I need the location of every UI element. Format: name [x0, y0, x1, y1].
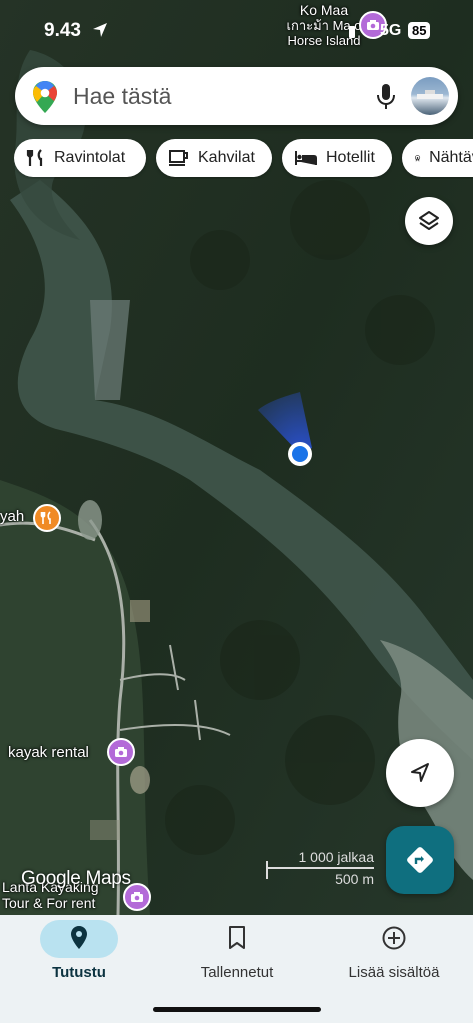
- place-label-kayak-rental[interactable]: kayak rental: [8, 745, 89, 761]
- poi-kayak-rental-marker[interactable]: [107, 738, 135, 766]
- tab-label: Tallennetut: [200, 964, 274, 981]
- layers-icon: [419, 211, 439, 230]
- tab-contribute[interactable]: Lisää sisältöä: [315, 915, 473, 995]
- tab-explore[interactable]: Tutustu: [0, 915, 158, 995]
- add-circle-icon: [382, 926, 406, 950]
- camera-icon: [131, 892, 143, 902]
- poi-restaurant-marker[interactable]: [33, 504, 61, 532]
- coffee-cup-icon: [169, 150, 188, 166]
- place-label-line: Ko Maa: [299, 2, 349, 18]
- place-label-restaurant[interactable]: yah: [0, 509, 24, 525]
- search-placeholder[interactable]: Hae tästä: [73, 83, 171, 110]
- navigation-arrow-icon: [411, 763, 429, 782]
- chip-attractions[interactable]: Nähtävyydet: [402, 139, 473, 177]
- avatar[interactable]: [411, 77, 449, 115]
- avatar-boat-image: [417, 90, 443, 99]
- chip-label: Hotellit: [326, 149, 375, 166]
- clock: 9.43: [44, 20, 81, 41]
- bookmark-icon: [229, 926, 245, 949]
- fork-knife-icon: [26, 149, 43, 166]
- ferris-wheel-icon: [414, 155, 421, 162]
- scale-feet-label: 1 000 jalkaa: [298, 849, 374, 865]
- directions-button[interactable]: [386, 826, 454, 894]
- location-pin-icon: [71, 926, 87, 949]
- camera-icon: [115, 747, 127, 757]
- signal-icon: [349, 26, 355, 38]
- scale-tick: [266, 861, 268, 879]
- home-indicator: [153, 1007, 321, 1012]
- scale-line: [266, 867, 374, 869]
- status-bar: 9.43 5G 85: [0, 18, 473, 48]
- chip-restaurants[interactable]: Ravintolat: [14, 139, 146, 177]
- scale-meter-label: 500 m: [335, 871, 374, 887]
- fork-knife-icon: [40, 511, 51, 524]
- microphone-icon[interactable]: [373, 82, 399, 112]
- location-arrow-icon: [93, 23, 107, 37]
- category-chips: Ravintolat Kahvilat Hotellit Nähtävyydet: [14, 139, 473, 179]
- bed-icon: [295, 151, 317, 165]
- google-maps-pin-icon: [33, 81, 57, 113]
- chip-hotels[interactable]: Hotellit: [282, 139, 392, 177]
- network-type: 5G: [380, 22, 402, 39]
- chip-label: Nähtävyydet: [429, 149, 473, 166]
- google-maps-logo: Google Maps: [21, 868, 131, 889]
- chip-label: Ravintolat: [54, 149, 126, 166]
- chip-cafes[interactable]: Kahvilat: [156, 139, 272, 177]
- battery-level: 85: [408, 22, 431, 39]
- place-label-line: Tour & For rent: [2, 895, 96, 911]
- my-location-button[interactable]: [386, 739, 454, 807]
- tab-label: Lisää sisältöä: [348, 964, 440, 981]
- directions-icon: [407, 847, 433, 873]
- tab-label: Tutustu: [52, 964, 106, 981]
- tab-saved[interactable]: Tallennetut: [158, 915, 316, 995]
- layers-button[interactable]: [405, 197, 453, 245]
- chip-label: Kahvilat: [198, 149, 255, 166]
- search-bar[interactable]: Hae tästä: [15, 67, 458, 125]
